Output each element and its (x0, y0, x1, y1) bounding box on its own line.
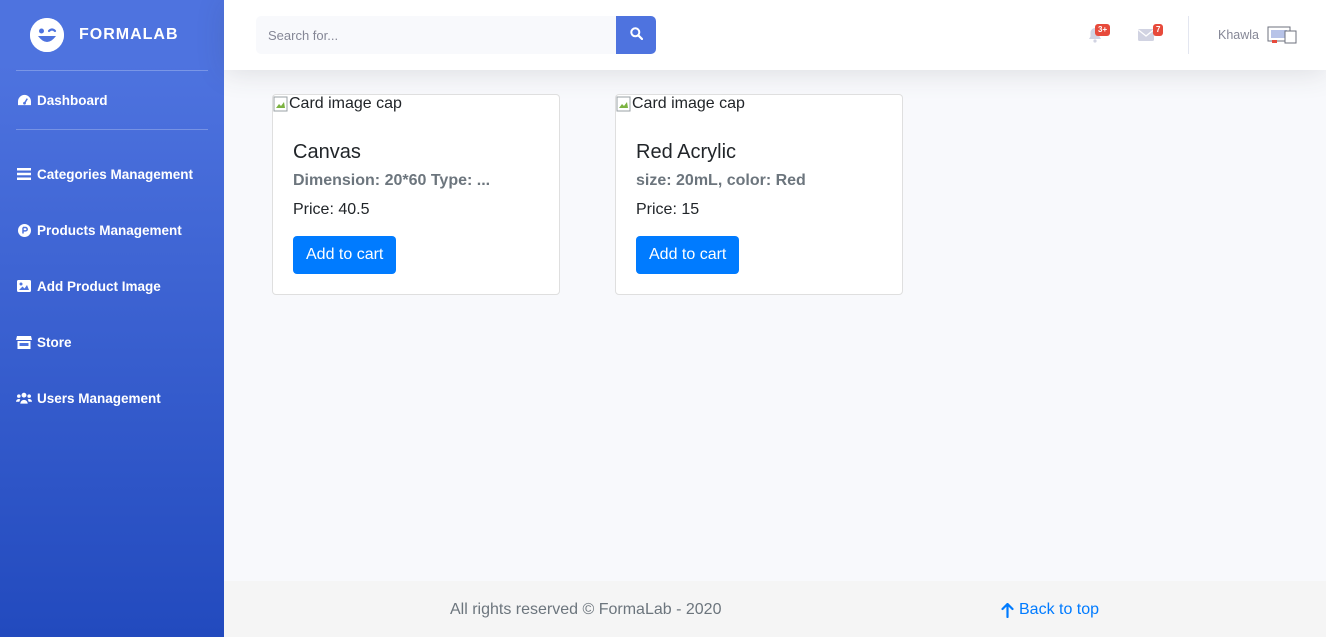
search-input[interactable] (256, 16, 616, 54)
card-subtitle: Dimension: 20*60 Type: ... (293, 172, 491, 189)
search-form (256, 16, 656, 54)
alerts-dropdown[interactable]: 3+ (1088, 24, 1111, 43)
sidebar-item-users[interactable]: Users Management (0, 370, 224, 426)
sidebar-item-label: Store (37, 334, 72, 350)
topbar-divider (1188, 16, 1189, 54)
card-title: Canvas (293, 141, 361, 163)
sidebar-item-store[interactable]: Store (0, 314, 224, 370)
sidebar-item-label: Dashboard (37, 92, 108, 108)
broken-image-icon (273, 96, 289, 112)
back-to-top-label: Back to top (1019, 601, 1100, 618)
sidebar-item-add-product-image[interactable]: Add Product Image (0, 258, 224, 314)
sidebar-item-label: Add Product Image (37, 278, 161, 294)
sidebar-brand[interactable]: FORMALAB (0, 0, 224, 70)
card-image-alt: Card image cap (289, 95, 402, 112)
sidebar-item-products[interactable]: Products Management (0, 202, 224, 258)
brand-name: FORMALAB (79, 26, 179, 43)
sidebar-item-categories[interactable]: Categories Management (0, 146, 224, 202)
product-hunt-icon (16, 223, 32, 237)
card-image: Card image cap (273, 95, 402, 113)
card-image: Card image cap (616, 95, 745, 113)
avatar[interactable] (1267, 26, 1297, 44)
users-icon (16, 391, 32, 405)
footer: All rights reserved © FormaLab - 2020 Ba… (224, 581, 1326, 637)
alerts-badge: 3+ (1095, 24, 1111, 36)
list-icon (16, 167, 32, 181)
messages-dropdown[interactable]: 7 (1138, 24, 1164, 45)
card-title: Red Acrylic (636, 141, 737, 163)
product-card: Card image cap Red Acrylic size: 20mL, c… (615, 94, 903, 295)
card-image-alt: Card image cap (632, 95, 745, 112)
sidebar-item-dashboard[interactable]: Dashboard (0, 71, 224, 129)
card-price: Price: 40.5 (293, 201, 370, 218)
user-name[interactable]: Khawla (1218, 28, 1259, 42)
back-to-top-link[interactable]: Back to top (1001, 601, 1099, 619)
sidebar-item-label: Products Management (37, 222, 182, 238)
messages-badge: 7 (1153, 24, 1164, 36)
envelope-icon (1138, 28, 1154, 45)
search-button[interactable] (616, 16, 656, 54)
sidebar: FORMALAB Dashboard Categories Management… (0, 0, 224, 637)
topbar: 3+ 7 Khawla (224, 0, 1326, 70)
broken-image-icon (616, 96, 632, 112)
store-icon (16, 335, 32, 349)
image-icon (16, 279, 32, 293)
copyright-text: All rights reserved © FormaLab - 2020 (450, 601, 722, 618)
sidebar-item-label: Users Management (37, 390, 161, 406)
add-to-cart-button[interactable]: Add to cart (636, 236, 740, 274)
laugh-wink-icon (30, 18, 64, 52)
add-to-cart-button[interactable]: Add to cart (293, 236, 397, 274)
search-icon (629, 27, 643, 43)
arrow-up-icon (1001, 602, 1014, 618)
product-card: Card image cap Canvas Dimension: 20*60 T… (272, 94, 560, 295)
card-price: Price: 15 (636, 201, 700, 218)
tachometer-icon (16, 93, 32, 107)
sidebar-item-label: Categories Management (37, 166, 194, 182)
card-subtitle: size: 20mL, color: Red (636, 172, 806, 189)
